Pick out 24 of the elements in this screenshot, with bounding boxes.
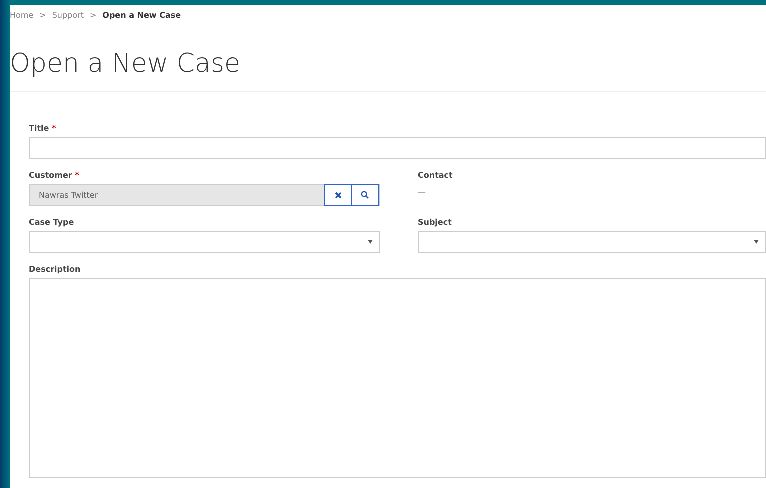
- page-title: Open a New Case: [10, 48, 242, 81]
- search-button[interactable]: [351, 184, 379, 206]
- description-field[interactable]: [29, 278, 766, 478]
- field-label: Description: [29, 265, 82, 274]
- field-label: Contact: [418, 171, 454, 180]
- dropdown-field[interactable]: [29, 231, 380, 253]
- title-field[interactable]: [29, 137, 766, 159]
- breadcrumb-link[interactable]: Home: [10, 10, 34, 20]
- clear-button[interactable]: [324, 184, 352, 206]
- contact-value: —: [418, 187, 427, 197]
- dropdown-field[interactable]: [418, 231, 766, 253]
- breadcrumb-link[interactable]: Support: [52, 10, 84, 20]
- search-icon: [361, 191, 369, 199]
- field-label: Customer *: [29, 171, 80, 180]
- customer-field[interactable]: Nawras Twitter: [29, 184, 380, 206]
- caret-icon: [754, 240, 759, 244]
- breadcrumb-separator: >: [90, 10, 97, 20]
- field-label: Title *: [29, 124, 58, 133]
- field-label: Subject: [418, 218, 453, 227]
- breadcrumb-separator: >: [40, 10, 46, 20]
- field-label: Case Type: [29, 218, 76, 227]
- caret-icon: [368, 240, 373, 244]
- breadcrumb-current: Open a New Case: [102, 10, 182, 20]
- close-icon: [334, 192, 342, 198]
